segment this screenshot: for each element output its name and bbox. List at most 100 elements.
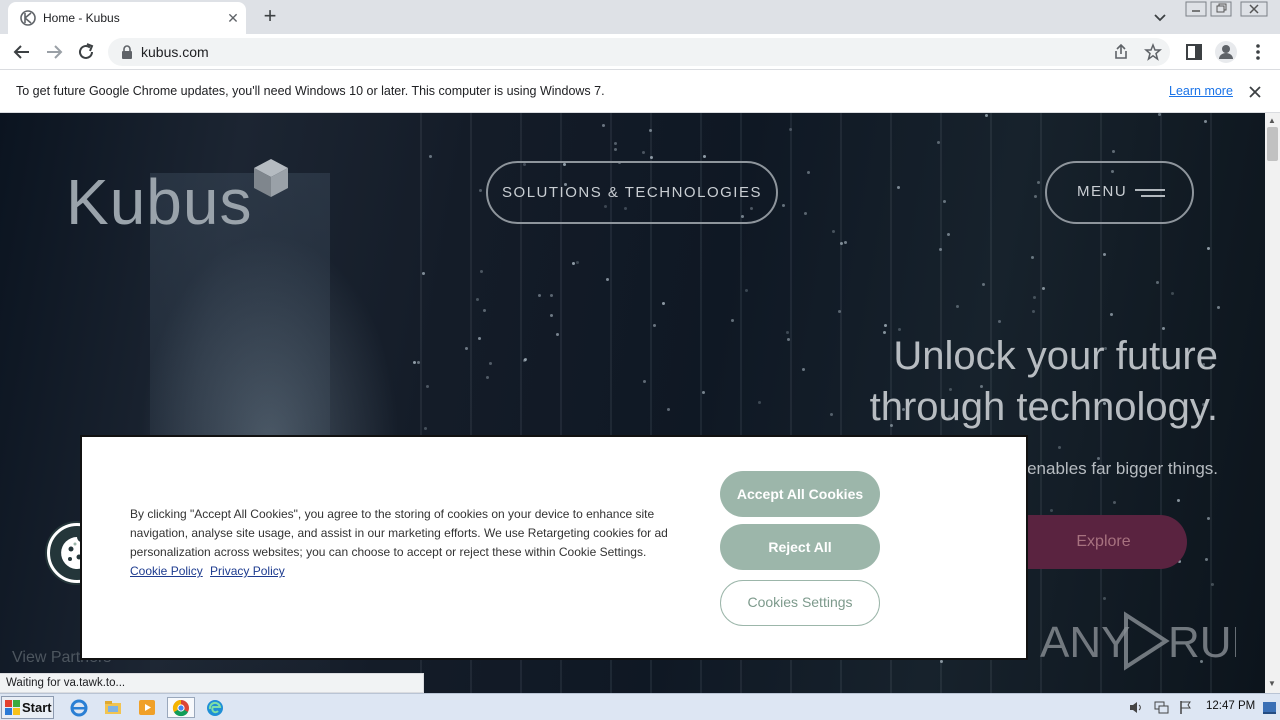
rack-led bbox=[1032, 310, 1035, 313]
rack-led bbox=[1207, 517, 1210, 520]
hero-title: Unlock your future through technology. bbox=[738, 331, 1218, 433]
windows-taskbar: Start 12:47 PM bbox=[0, 693, 1280, 720]
update-infobar: To get future Google Chrome updates, you… bbox=[0, 70, 1280, 113]
rack-led bbox=[940, 660, 943, 663]
rack-led bbox=[804, 212, 807, 215]
file-explorer-icon[interactable] bbox=[102, 697, 124, 718]
rack-led bbox=[478, 337, 481, 340]
rack-led bbox=[1162, 327, 1165, 330]
learn-more-link[interactable]: Learn more bbox=[1169, 84, 1233, 98]
chrome-taskbar-button[interactable] bbox=[167, 697, 195, 718]
share-icon[interactable] bbox=[1112, 43, 1130, 61]
rack-led bbox=[789, 128, 792, 131]
tab-strip: Home - Kubus ✕ + bbox=[0, 0, 1280, 34]
accept-all-cookies-button[interactable]: Accept All Cookies bbox=[720, 471, 880, 517]
rack-led bbox=[489, 362, 492, 365]
internet-explorer-icon[interactable] bbox=[68, 697, 90, 718]
chrome-icon bbox=[172, 699, 189, 717]
reload-icon[interactable] bbox=[74, 40, 98, 64]
rack-led bbox=[576, 261, 579, 264]
rack-led bbox=[1211, 583, 1214, 586]
address-bar[interactable]: kubus.com bbox=[108, 38, 1170, 66]
network-icon[interactable] bbox=[1154, 700, 1169, 715]
rack-led bbox=[1177, 499, 1180, 502]
scroll-down-arrow-icon[interactable]: ▼ bbox=[1268, 679, 1276, 688]
bookmark-star-icon[interactable] bbox=[1144, 43, 1162, 61]
menu-button[interactable]: MENU bbox=[1045, 161, 1194, 224]
back-arrow-icon[interactable] bbox=[10, 40, 34, 64]
rack-led bbox=[982, 283, 985, 286]
browser-tab[interactable]: Home - Kubus ✕ bbox=[8, 2, 246, 34]
rack-led bbox=[939, 248, 942, 251]
rack-led bbox=[937, 141, 940, 144]
action-center-flag-icon[interactable] bbox=[1178, 700, 1193, 715]
rack-led bbox=[998, 320, 1001, 323]
solutions-technologies-button[interactable]: SOLUTIONS & TECHNOLOGIES bbox=[486, 161, 778, 224]
rack-led bbox=[838, 310, 841, 313]
more-menu-icon[interactable] bbox=[1246, 40, 1270, 64]
rack-led bbox=[465, 347, 468, 350]
rack-led bbox=[1031, 256, 1034, 259]
rack-led bbox=[662, 302, 665, 305]
rack-led bbox=[1113, 501, 1116, 504]
show-desktop-icon[interactable] bbox=[1262, 700, 1277, 715]
window-minimize-icon[interactable] bbox=[1185, 1, 1207, 17]
rack-led bbox=[897, 186, 900, 189]
rack-led bbox=[667, 408, 670, 411]
rack-led bbox=[486, 376, 489, 379]
forward-arrow-icon[interactable] bbox=[42, 40, 66, 64]
edge-icon[interactable] bbox=[204, 697, 226, 718]
windows-flag-icon bbox=[5, 700, 20, 715]
rack-led bbox=[702, 391, 705, 394]
page-scrollbar[interactable]: ▲ ▼ bbox=[1265, 113, 1280, 693]
rack-led bbox=[606, 278, 609, 281]
cookie-consent-message: By clicking "Accept All Cookies", you ag… bbox=[130, 507, 668, 559]
kubus-favicon-icon bbox=[20, 10, 36, 26]
status-bubble: Waiting for va.tawk.to... bbox=[0, 673, 424, 693]
rack-led bbox=[1158, 113, 1161, 116]
rack-led bbox=[429, 155, 432, 158]
tab-close-icon[interactable]: ✕ bbox=[224, 9, 242, 27]
rack-led bbox=[1037, 181, 1040, 184]
tab-title: Home - Kubus bbox=[43, 11, 120, 25]
rack-led bbox=[1103, 253, 1106, 256]
privacy-policy-link[interactable]: Privacy Policy bbox=[210, 564, 285, 578]
cookie-consent-banner: By clicking "Accept All Cookies", you ag… bbox=[80, 435, 1028, 660]
rack-led bbox=[413, 361, 416, 364]
start-button[interactable]: Start bbox=[1, 696, 54, 719]
rack-led bbox=[649, 129, 652, 132]
rack-led bbox=[614, 142, 617, 145]
rack-led bbox=[426, 385, 429, 388]
reject-all-button[interactable]: Reject All bbox=[720, 524, 880, 570]
window-close-icon[interactable] bbox=[1240, 1, 1268, 17]
profile-avatar-icon[interactable] bbox=[1214, 40, 1238, 64]
rack-led bbox=[550, 314, 553, 317]
explore-button[interactable]: Explore bbox=[1000, 515, 1187, 569]
side-panel-icon[interactable] bbox=[1182, 40, 1206, 64]
lock-icon[interactable] bbox=[120, 45, 134, 59]
hamburger-icon bbox=[1135, 189, 1165, 197]
menu-label: MENU bbox=[1077, 183, 1128, 200]
media-player-icon[interactable] bbox=[136, 697, 158, 718]
cookie-policy-link[interactable]: Cookie Policy bbox=[130, 564, 203, 578]
rack-led bbox=[1207, 247, 1210, 250]
rack-led bbox=[782, 204, 785, 207]
rack-led bbox=[483, 309, 486, 312]
scrollbar-thumb[interactable] bbox=[1267, 127, 1278, 161]
infobar-close-icon[interactable] bbox=[1246, 83, 1264, 101]
hero-title-line2: through technology. bbox=[869, 385, 1218, 429]
rack-led bbox=[1112, 150, 1115, 153]
cookie-consent-text: By clicking "Accept All Cookies", you ag… bbox=[130, 505, 685, 581]
tab-search-icon[interactable] bbox=[1150, 7, 1170, 27]
rack-led bbox=[703, 155, 706, 158]
rack-led bbox=[731, 319, 734, 322]
scroll-up-arrow-icon[interactable]: ▲ bbox=[1268, 116, 1276, 125]
window-restore-icon[interactable] bbox=[1210, 1, 1232, 17]
rack-led bbox=[556, 333, 559, 336]
rack-led bbox=[1058, 446, 1061, 449]
kubus-logo[interactable]: Kubus bbox=[66, 165, 252, 239]
volume-icon[interactable] bbox=[1128, 700, 1143, 715]
rack-led bbox=[1103, 597, 1106, 600]
cookies-settings-button[interactable]: Cookies Settings bbox=[720, 580, 880, 626]
new-tab-button[interactable]: + bbox=[258, 5, 282, 29]
